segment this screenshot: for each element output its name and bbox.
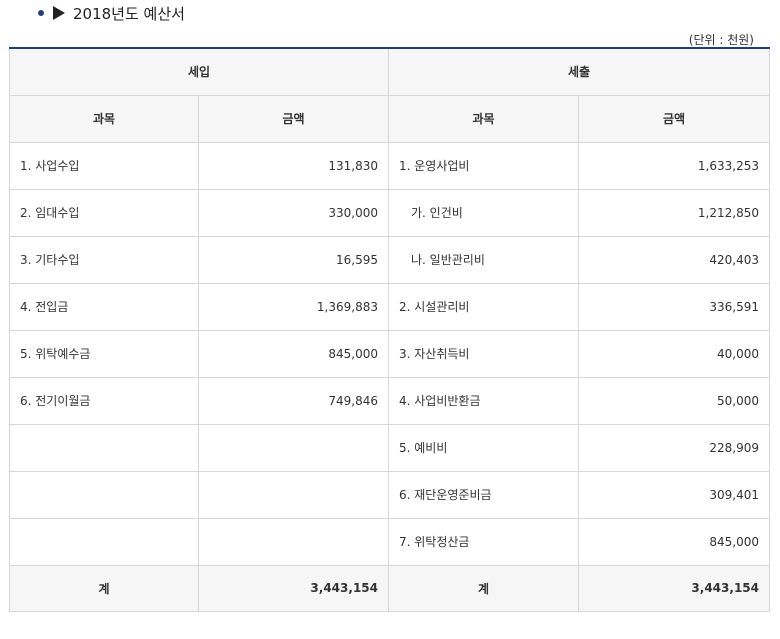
triangle-right-icon <box>53 6 65 20</box>
expense-amount: 420,403 <box>578 235 770 284</box>
income-amount: 749,846 <box>198 376 389 425</box>
income-item: 2. 임대수입 <box>9 188 199 237</box>
expense-item: 2. 시설관리비 <box>388 282 579 331</box>
income-amount <box>198 517 389 566</box>
expense-amount: 1,212,850 <box>578 188 770 237</box>
expense-header: 세출 <box>388 47 770 96</box>
expense-total-label: 계 <box>388 564 579 612</box>
expense-item: 5. 예비비 <box>388 423 579 472</box>
income-item <box>9 423 199 472</box>
income-total-label: 계 <box>9 564 199 612</box>
income-amount-header: 금액 <box>198 94 389 143</box>
table-row: 6. 재단운영준비금 309,401 <box>9 470 770 519</box>
table-row: 7. 위탁정산금 845,000 <box>9 517 770 566</box>
column-header-row: 과목 금액 과목 금액 <box>9 94 770 143</box>
expense-amount: 309,401 <box>578 470 770 519</box>
income-item: 1. 사업수입 <box>9 141 199 190</box>
expense-subject-header: 과목 <box>388 94 579 143</box>
table-row: 6. 전기이월금 749,846 4. 사업비반환금 50,000 <box>9 376 770 425</box>
income-amount: 131,830 <box>198 141 389 190</box>
income-item: 5. 위탁예수금 <box>9 329 199 378</box>
expense-total-amount: 3,443,154 <box>578 564 770 612</box>
income-item: 3. 기타수입 <box>9 235 199 284</box>
expense-item: 3. 자산취득비 <box>388 329 579 378</box>
expense-item: 7. 위탁정산금 <box>388 517 579 566</box>
table-row: 5. 위탁예수금 845,000 3. 자산취득비 40,000 <box>9 329 770 378</box>
budget-table: 세입 세출 과목 금액 과목 금액 1. 사업수입 131,830 1. 운영사… <box>9 47 770 612</box>
section-header-row: 세입 세출 <box>9 47 770 96</box>
income-header: 세입 <box>9 47 389 96</box>
income-item: 4. 전입금 <box>9 282 199 331</box>
total-row: 계 3,443,154 계 3,443,154 <box>9 564 770 612</box>
income-amount <box>198 470 389 519</box>
expense-item: 가. 인건비 <box>388 188 579 237</box>
table-row: 4. 전입금 1,369,883 2. 시설관리비 336,591 <box>9 282 770 331</box>
income-amount <box>198 423 389 472</box>
table-row: 3. 기타수입 16,595 나. 일반관리비 420,403 <box>9 235 770 284</box>
income-amount: 1,369,883 <box>198 282 389 331</box>
expense-amount: 228,909 <box>578 423 770 472</box>
income-amount: 16,595 <box>198 235 389 284</box>
table-row: 2. 임대수입 330,000 가. 인건비 1,212,850 <box>9 188 770 237</box>
income-amount: 330,000 <box>198 188 389 237</box>
expense-item: 1. 운영사업비 <box>388 141 579 190</box>
bullet-icon <box>38 10 44 16</box>
page-title: 2018년도 예산서 <box>73 4 185 23</box>
income-item <box>9 517 199 566</box>
income-subject-header: 과목 <box>9 94 199 143</box>
expense-item: 나. 일반관리비 <box>388 235 579 284</box>
income-total-amount: 3,443,154 <box>198 564 389 612</box>
expense-item: 6. 재단운영준비금 <box>388 470 579 519</box>
expense-amount: 1,633,253 <box>578 141 770 190</box>
table-row: 5. 예비비 228,909 <box>9 423 770 472</box>
expense-amount: 845,000 <box>578 517 770 566</box>
expense-amount: 40,000 <box>578 329 770 378</box>
income-item: 6. 전기이월금 <box>9 376 199 425</box>
expense-item: 4. 사업비반환금 <box>388 376 579 425</box>
unit-note: (단위 : 천원) <box>688 33 754 47</box>
income-amount: 845,000 <box>198 329 389 378</box>
income-item <box>9 470 199 519</box>
expense-amount: 50,000 <box>578 376 770 425</box>
expense-amount-header: 금액 <box>578 94 770 143</box>
table-row: 1. 사업수입 131,830 1. 운영사업비 1,633,253 <box>9 141 770 190</box>
page-heading: 2018년도 예산서 <box>38 2 185 24</box>
expense-amount: 336,591 <box>578 282 770 331</box>
